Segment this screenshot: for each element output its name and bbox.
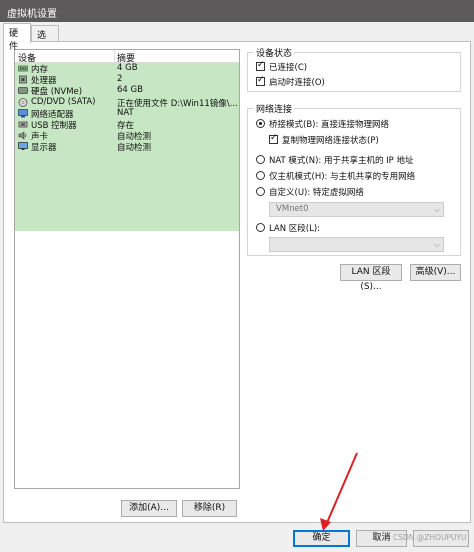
title-bar: 虚拟机设置 <box>0 0 474 22</box>
lan-segments-button[interactable]: LAN 区段(S)... <box>340 264 402 292</box>
usb-controller-icon <box>18 121 28 128</box>
chevron-down-icon: ⌵ <box>433 240 440 249</box>
lan-segment-dropdown[interactable]: ⌵ <box>269 237 444 252</box>
table-row[interactable]: 处理器 2 <box>15 74 239 87</box>
network-connection-legend: 网络连接 <box>254 102 295 115</box>
device-name: 处理器 <box>31 76 57 87</box>
table-row[interactable]: 网络适配器 NAT <box>15 107 239 120</box>
device-name: 显示器 <box>31 143 57 154</box>
table-row[interactable]: 声卡 自动检测 <box>15 130 239 143</box>
device-summary: 存在 <box>117 120 135 131</box>
connect-at-power-on-checkbox[interactable] <box>256 75 265 86</box>
tab-hardware[interactable]: 硬件 <box>3 23 31 52</box>
device-summary: 自动检测 <box>117 143 152 154</box>
device-summary: 64 GB <box>117 85 143 96</box>
connect-at-power-on-label[interactable]: 启动时连接(O) <box>269 76 325 88</box>
device-status-group: 设备状态 已连接(C) 启动时连接(O) <box>247 46 461 92</box>
device-list[interactable]: 设备 摘要 内存 4 GB 处理器 2 硬盘 (NVMe) 64 GB CD/D… <box>14 49 240 489</box>
network-adapter-icon <box>18 108 28 118</box>
lan-segment-label[interactable]: LAN 区段(L): <box>269 222 320 234</box>
connected-checkbox[interactable] <box>256 60 265 71</box>
replicate-state-label[interactable]: 复制物理网络连接状态(P) <box>282 134 379 146</box>
device-status-legend: 设备状态 <box>254 46 295 59</box>
connected-label[interactable]: 已连接(C) <box>269 61 307 73</box>
device-name: CD/DVD (SATA) <box>31 96 96 107</box>
hard-disk-icon <box>18 87 28 95</box>
cd-dvd-icon <box>18 97 28 107</box>
nat-label[interactable]: NAT 模式(N): 用于共享主机的 IP 地址 <box>269 154 414 166</box>
table-row[interactable]: CD/DVD (SATA) 正在使用文件 D:\Win11镜像\... <box>15 96 239 109</box>
network-connection-group: 网络连接 桥接模式(B): 直接连接物理网络 复制物理网络连接状态(P) NAT… <box>247 102 461 256</box>
tab-options[interactable]: 选项 <box>31 25 59 54</box>
ok-button[interactable]: 确定 <box>293 530 350 547</box>
device-name: 硬盘 (NVMe) <box>31 87 83 98</box>
remove-device-button[interactable]: 移除(R) <box>182 500 237 517</box>
table-row[interactable]: 内存 4 GB <box>15 63 239 75</box>
replicate-state-checkbox[interactable] <box>269 133 278 144</box>
device-summary: 4 GB <box>117 63 138 73</box>
host-only-label[interactable]: 仅主机模式(H): 与主机共享的专用网络 <box>269 170 415 182</box>
bridged-radio[interactable] <box>256 119 265 128</box>
table-row[interactable]: 硬盘 (NVMe) 64 GB <box>15 85 239 98</box>
device-list-header: 设备 摘要 <box>15 50 239 64</box>
display-icon <box>18 142 28 151</box>
device-name: USB 控制器 <box>31 120 77 131</box>
nat-radio[interactable] <box>256 155 265 164</box>
table-row[interactable]: USB 控制器 存在 <box>15 119 239 131</box>
processor-icon <box>19 75 27 84</box>
host-only-radio[interactable] <box>256 171 265 180</box>
device-name: 声卡 <box>31 132 49 143</box>
add-device-button[interactable]: 添加(A)... <box>121 500 177 517</box>
vmnet-dropdown[interactable]: VMnet0 ⌵ <box>269 202 444 217</box>
custom-label[interactable]: 自定义(U): 特定虚拟网络 <box>269 186 364 198</box>
bridged-label[interactable]: 桥接模式(B): 直接连接物理网络 <box>269 118 389 130</box>
sound-card-icon <box>18 131 27 140</box>
device-summary: 自动检测 <box>117 132 152 143</box>
device-summary: 正在使用文件 D:\Win11镜像\... <box>117 98 238 109</box>
device-name: 内存 <box>31 65 49 75</box>
device-rows: 内存 4 GB 处理器 2 硬盘 (NVMe) 64 GB CD/DVD (SA… <box>15 63 239 153</box>
tab-strip: 硬件 选项 <box>0 22 474 54</box>
custom-radio[interactable] <box>256 187 265 196</box>
table-row[interactable]: 显示器 自动检测 <box>15 141 239 154</box>
device-summary: 2 <box>117 74 123 85</box>
device-name: 网络适配器 <box>31 109 74 120</box>
memory-icon <box>18 65 28 72</box>
window-title: 虚拟机设置 <box>7 9 57 20</box>
device-summary: NAT <box>117 107 134 118</box>
chevron-down-icon: ⌵ <box>433 205 440 214</box>
lan-segment-radio[interactable] <box>256 223 265 232</box>
vmnet-value: VMnet0 <box>276 204 309 214</box>
tab-page: 设备 摘要 内存 4 GB 处理器 2 硬盘 (NVMe) 64 GB CD/D… <box>3 41 471 523</box>
watermark: CSDN @ZHOUPUYU <box>393 533 467 542</box>
advanced-button[interactable]: 高级(V)... <box>410 264 461 281</box>
